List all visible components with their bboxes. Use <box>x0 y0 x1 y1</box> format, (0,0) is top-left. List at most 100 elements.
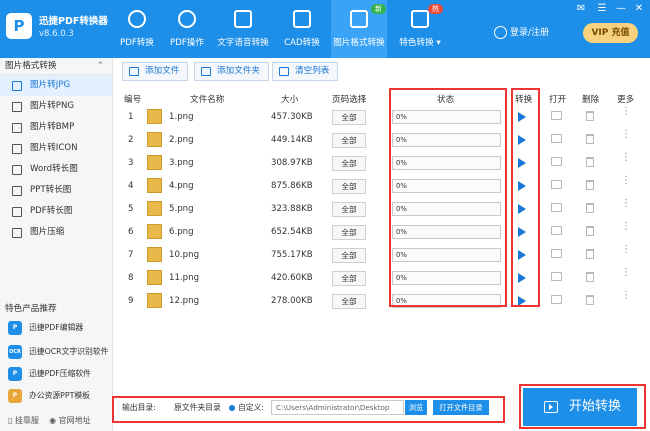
tab-cad[interactable]: CAD转换 <box>278 0 326 58</box>
close-icon[interactable]: ✕ <box>633 3 645 14</box>
header-bar: P 迅捷PDF转换器 v8.6.0.3 PDF转换 PDF操作 文字语音转换 C… <box>0 0 650 58</box>
sidebar-item-img-jpg[interactable]: 图片转JPG <box>0 75 112 96</box>
login-link[interactable]: 登录/注册 <box>494 25 549 39</box>
trash-icon[interactable] <box>586 180 594 190</box>
pdf-compress-icon: P <box>8 367 22 381</box>
col-pages: 页码选择 <box>332 95 367 105</box>
new-badge: 新 <box>371 4 386 14</box>
more-icon[interactable]: ⋮ <box>621 130 631 140</box>
minimize-icon[interactable]: — <box>615 3 627 14</box>
page-select-button[interactable]: 全部 <box>332 225 366 240</box>
tab-text-voice[interactable]: 文字语音转换 <box>214 0 272 58</box>
product-ppt-templates[interactable]: P 办公资源PPT模板 <box>0 386 113 406</box>
more-icon[interactable]: ⋮ <box>621 222 631 232</box>
more-icon[interactable]: ⋮ <box>621 176 631 186</box>
add-folder-button[interactable]: 添加文件夹 <box>194 62 269 81</box>
sidebar-item-label: 图片转ICON <box>30 143 78 153</box>
file-size: 755.17KB <box>271 250 313 260</box>
table-row: 9 12.png 278.00KB 全部 0% ⋮ <box>114 290 650 313</box>
page-select-button[interactable]: 全部 <box>332 133 366 148</box>
image-icon <box>12 102 22 112</box>
folder-icon[interactable] <box>551 226 562 235</box>
trash-icon[interactable] <box>586 272 594 282</box>
file-size: 875.86KB <box>271 181 313 191</box>
page-select-button[interactable]: 全部 <box>332 110 366 125</box>
sidebar-item-label: 图片转PNG <box>30 101 75 111</box>
file-name: 4.png <box>169 181 194 191</box>
more-icon[interactable]: ⋮ <box>621 153 631 163</box>
trash-icon[interactable] <box>586 134 594 144</box>
trash-icon[interactable] <box>586 295 594 305</box>
add-file-button[interactable]: 添加文件 <box>122 62 189 81</box>
sidebar-item-word-long[interactable]: Word转长图 <box>0 159 112 180</box>
more-icon[interactable]: ⋮ <box>621 107 631 117</box>
sidebar-item-pdf-long[interactable]: PDF转长图 <box>0 201 112 222</box>
product-pdf-editor[interactable]: P 迅捷PDF编辑器 <box>0 318 113 338</box>
tab-special[interactable]: 特色转换 ▾ 热 <box>394 0 446 58</box>
sidebar-item-label: PPT转长图 <box>30 185 72 195</box>
product-ocr[interactable]: OCR 迅捷OCR文字识别软件 <box>0 342 113 362</box>
audio-wave-icon <box>234 10 252 28</box>
sidebar-item-ppt-long[interactable]: PPT转长图 <box>0 180 112 201</box>
more-icon[interactable]: ⋮ <box>621 199 631 209</box>
clear-list-button[interactable]: 清空列表 <box>272 62 339 81</box>
more-icon[interactable]: ⋮ <box>621 268 631 278</box>
row-number: 8 <box>128 273 134 283</box>
more-icon[interactable]: ⋮ <box>621 245 631 255</box>
image-thumbnail <box>147 178 162 193</box>
folder-icon[interactable] <box>551 134 562 143</box>
tab-pdf-convert[interactable]: PDF转换 <box>113 0 161 58</box>
folder-icon[interactable] <box>551 272 562 281</box>
folder-icon[interactable] <box>551 249 562 258</box>
tab-image-format[interactable]: 图片格式转换 新 <box>331 0 387 58</box>
menu-icon[interactable]: ☰ <box>596 3 608 14</box>
col-open: 打开 <box>549 95 567 105</box>
folder-icon[interactable] <box>551 295 562 304</box>
col-more: 更多 <box>617 95 635 105</box>
table-row: 2 2.png 449.14KB 全部 0% ⋮ <box>114 129 650 152</box>
page-select-button[interactable]: 全部 <box>332 248 366 263</box>
folder-icon[interactable] <box>551 157 562 166</box>
trash-icon[interactable] <box>586 226 594 236</box>
page-select-button[interactable]: 全部 <box>332 271 366 286</box>
page-select-button[interactable]: 全部 <box>332 179 366 194</box>
trash-icon[interactable] <box>586 111 594 121</box>
pdf-editor-icon: P <box>8 321 22 335</box>
website-link[interactable]: 官网地址 <box>59 416 91 425</box>
sidebar-item-img-png[interactable]: 图片转PNG <box>0 96 112 117</box>
page-select-button[interactable]: 全部 <box>332 202 366 217</box>
page-select-button[interactable]: 全部 <box>332 294 366 309</box>
folder-icon[interactable] <box>551 203 562 212</box>
sidebar-section-header[interactable]: 图片格式转换 ⌃ <box>0 58 112 75</box>
image-thumbnail <box>147 224 162 239</box>
sidebar-item-img-icon[interactable]: 图片转ICON <box>0 138 112 159</box>
file-size: 323.88KB <box>271 204 313 214</box>
image-thumbnail <box>147 109 162 124</box>
page-select-button[interactable]: 全部 <box>332 156 366 171</box>
image-thumbnail <box>147 155 162 170</box>
message-icon[interactable]: ✉ <box>575 3 587 14</box>
clear-icon <box>279 67 289 76</box>
convert-highlight-box <box>511 88 540 307</box>
folder-icon[interactable] <box>551 180 562 189</box>
hot-badge: 热 <box>428 4 443 14</box>
table-row: 5 5.png 323.88KB 全部 0% ⋮ <box>114 198 650 221</box>
trash-icon[interactable] <box>586 249 594 259</box>
vip-button[interactable]: VIP 充值 <box>583 23 638 43</box>
row-number: 7 <box>128 250 134 260</box>
footer-left-link[interactable]: 挂靠服 <box>15 416 39 425</box>
product-pdf-compress[interactable]: P 迅捷PDF压缩软件 <box>0 364 113 384</box>
product-label: 办公资源PPT模板 <box>29 391 90 400</box>
more-icon[interactable]: ⋮ <box>621 291 631 301</box>
file-size: 652.54KB <box>271 227 313 237</box>
collapse-arrow-icon: ⌃ <box>96 61 104 71</box>
col-size: 大小 <box>281 95 299 105</box>
trash-icon[interactable] <box>586 203 594 213</box>
table-header: 编号 文件名称 大小 页码选择 状态 转换 打开 删除 更多 <box>114 88 650 108</box>
trash-icon[interactable] <box>586 157 594 167</box>
add-file-label: 添加文件 <box>145 66 180 76</box>
sidebar-item-img-bmp[interactable]: 图片转BMP <box>0 117 112 138</box>
tab-pdf-operate[interactable]: PDF操作 <box>163 0 211 58</box>
sidebar-item-img-compress[interactable]: 图片压缩 <box>0 222 112 243</box>
folder-icon[interactable] <box>551 111 562 120</box>
